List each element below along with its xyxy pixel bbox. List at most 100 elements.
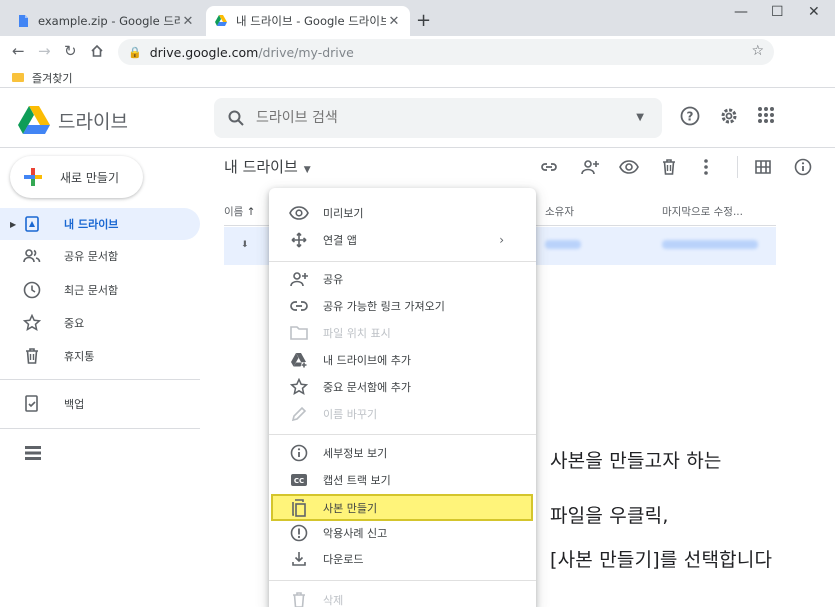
backup-icon <box>22 394 42 414</box>
sidebar-item-label: 공유 문서함 <box>64 250 119 263</box>
drive-logo-icon[interactable] <box>18 106 50 134</box>
drive-add-icon <box>289 350 309 370</box>
apps-grid-icon[interactable] <box>757 106 775 124</box>
menu-item-show-location[interactable]: 파일 위치 표시 <box>269 320 536 346</box>
sidebar-item-label: 중요 <box>64 317 85 330</box>
info-icon[interactable] <box>794 158 812 176</box>
sidebar-divider <box>0 428 200 429</box>
download-icon <box>289 549 309 569</box>
star-icon <box>22 313 42 333</box>
expand-caret-icon[interactable]: ▶ <box>10 220 16 229</box>
link-icon[interactable] <box>540 158 558 176</box>
menu-divider <box>269 434 536 435</box>
storage-icon[interactable] <box>24 445 42 461</box>
sidebar-item-backup[interactable]: 백업 <box>0 388 200 420</box>
trash-icon <box>22 346 42 366</box>
menu-item-delete[interactable]: 삭제 <box>269 587 536 607</box>
caret-down-icon: ▼ <box>303 165 311 175</box>
column-header-modified: 마지막으로 수정... <box>662 206 743 218</box>
share-person-add-icon[interactable] <box>580 158 600 176</box>
context-menu: 미리보기 연결 앱 › 공유 공유 가능한 링크 가져오기 파일 위치 표시 내… <box>269 188 536 607</box>
browser-tab-active[interactable]: 내 드라이브 - Google 드라이브 ✕ <box>206 6 410 36</box>
star-outline-icon <box>289 377 309 397</box>
more-vertical-icon[interactable] <box>702 158 710 176</box>
drive-title: 드라이브 <box>58 111 128 133</box>
menu-item-open-with[interactable]: 연결 앱 › <box>269 227 536 253</box>
search-input[interactable] <box>256 110 596 126</box>
window-close-icon[interactable]: ✕ <box>808 4 820 20</box>
sidebar-item-trash[interactable]: 휴지통 <box>0 340 200 372</box>
column-header-owner: 소유자 <box>545 206 574 218</box>
eye-icon <box>289 203 309 223</box>
menu-item-share[interactable]: 공유 <box>269 266 536 292</box>
menu-item-preview[interactable]: 미리보기 <box>269 200 536 226</box>
bookmark-star-icon[interactable]: ☆ <box>751 43 764 59</box>
shared-people-icon <box>22 246 42 266</box>
minimize-icon[interactable]: — <box>734 4 748 20</box>
trash-icon <box>289 590 309 607</box>
menu-item-caption-tracks[interactable]: CC 캡션 트랙 보기 <box>269 467 536 493</box>
menu-item-make-copy[interactable]: 사본 만들기 <box>269 495 536 521</box>
search-box[interactable]: ▼ <box>214 98 662 138</box>
column-header-name[interactable]: 이름 ↑ <box>224 204 255 219</box>
close-icon[interactable]: ✕ <box>180 14 196 29</box>
sidebar-item-recent[interactable]: 최근 문서함 <box>0 274 200 306</box>
url-path: /drive/my-drive <box>258 44 354 60</box>
drive-header: 드라이브 ▼ ? <box>0 88 835 148</box>
forward-arrow-icon[interactable]: → <box>38 42 51 60</box>
home-icon[interactable] <box>90 44 104 58</box>
browser-titlebar: example.zip - Google 드라이브 ✕ 내 드라이브 - Goo… <box>0 0 835 36</box>
address-bar[interactable]: 🔒 drive.google.com/drive/my-drive ☆ <box>118 39 774 65</box>
breadcrumb-label: 내 드라이브 <box>224 158 298 176</box>
tab-title: example.zip - Google 드라이브 <box>38 14 180 28</box>
bookmarks-folder-label[interactable]: 즐겨찾기 <box>32 70 72 86</box>
toolbar-divider <box>737 156 738 178</box>
svg-text:CC: CC <box>294 477 304 485</box>
plus-icon <box>24 168 42 186</box>
back-arrow-icon[interactable]: ← <box>12 42 25 60</box>
person-add-icon <box>289 269 309 289</box>
browser-tab-inactive[interactable]: example.zip - Google 드라이브 ✕ <box>8 6 204 36</box>
cc-icon: CC <box>289 470 309 490</box>
menu-item-rename[interactable]: 이름 바꾸기 <box>269 401 536 427</box>
search-options-dropdown-icon[interactable]: ▼ <box>636 112 644 123</box>
sidebar-item-starred[interactable]: 중요 <box>0 307 200 339</box>
clock-icon <box>22 280 42 300</box>
url-host: drive.google.com <box>149 44 259 60</box>
chevron-right-icon: › <box>499 233 504 247</box>
new-tab-icon[interactable]: + <box>416 12 431 30</box>
menu-item-add-starred[interactable]: 중요 문서함에 추가 <box>269 374 536 400</box>
menu-divider <box>269 580 536 581</box>
annotation-line-2: 파일을 우클릭, <box>550 505 669 527</box>
help-icon[interactable]: ? <box>680 106 700 126</box>
browser-toolbar: ← → ↻ 🔒 drive.google.com/drive/my-drive … <box>0 36 835 68</box>
new-button[interactable]: 새로 만들기 <box>10 156 143 198</box>
preview-eye-icon[interactable] <box>619 158 639 176</box>
sidebar-item-shared[interactable]: 공유 문서함 <box>0 240 200 272</box>
bookmarks-bar: 즐겨찾기 <box>0 68 835 88</box>
close-icon[interactable]: ✕ <box>386 14 402 29</box>
svg-text:?: ? <box>687 110 694 124</box>
sidebar-item-my-drive[interactable]: ▶ 내 드라이브 <box>0 208 200 240</box>
sidebar-divider <box>0 379 200 380</box>
pencil-icon <box>289 404 309 424</box>
annotation-line-3: [사본 만들기]를 선택합니다 <box>550 549 773 571</box>
link-icon <box>289 296 309 316</box>
menu-item-details[interactable]: 세부정보 보기 <box>269 440 536 466</box>
menu-item-download[interactable]: 다운로드 <box>269 546 536 572</box>
settings-gear-icon[interactable] <box>719 106 739 126</box>
move-arrows-icon <box>289 230 309 250</box>
report-icon <box>289 523 309 543</box>
sidebar-item-label: 최근 문서함 <box>64 284 119 297</box>
delete-trash-icon[interactable] <box>661 158 677 176</box>
menu-item-get-link[interactable]: 공유 가능한 링크 가져오기 <box>269 293 536 319</box>
search-icon[interactable] <box>228 110 244 126</box>
file-type-icon: ⬇ <box>241 240 249 250</box>
reload-icon[interactable]: ↻ <box>64 42 77 60</box>
sort-up-arrow-icon[interactable]: ↑ <box>247 206 256 218</box>
menu-item-report-abuse[interactable]: 악용사례 신고 <box>269 520 536 546</box>
grid-view-icon[interactable] <box>754 158 772 176</box>
breadcrumb[interactable]: 내 드라이브 ▼ <box>224 156 311 177</box>
maximize-icon[interactable]: ☐ <box>771 4 784 20</box>
menu-item-add-to-drive[interactable]: 내 드라이브에 추가 <box>269 347 536 373</box>
